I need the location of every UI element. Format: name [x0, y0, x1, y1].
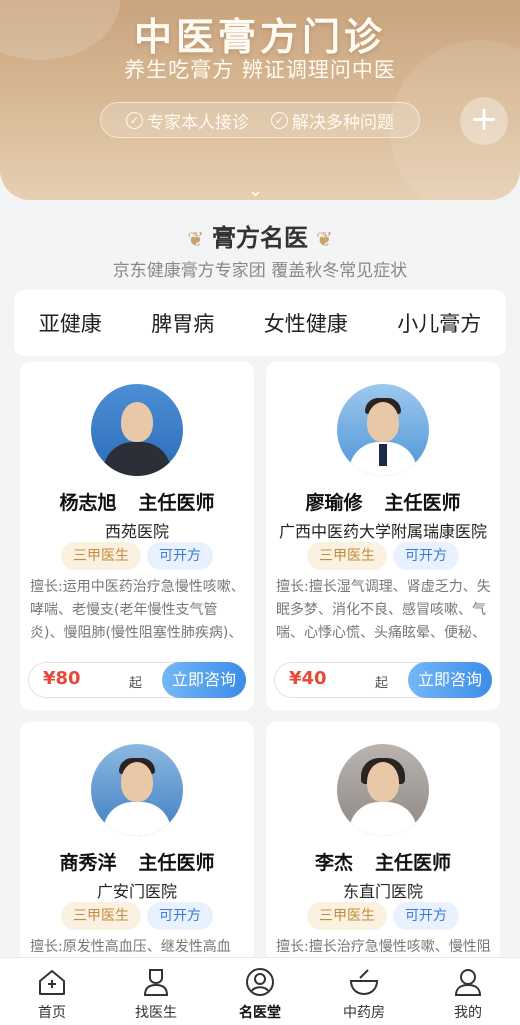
badge-grade: 三甲医生: [61, 902, 141, 930]
doctor-card[interactable]: 李杰 主任医师 东直门医院 三甲医生 可开方 擅长:擅长治疗急慢性咳嗽、慢性阻: [266, 722, 500, 962]
price: ¥40: [289, 668, 327, 689]
avatar-face: [121, 762, 153, 802]
badge-grade: 三甲医生: [307, 542, 387, 570]
avatar-face: [367, 402, 399, 442]
herb-bowl-icon: [348, 966, 380, 998]
badge-prescribe: 可开方: [147, 542, 213, 570]
check-circle-icon: ✓: [126, 111, 143, 129]
doctor-specialty: 擅长:运用中医药治疗急慢性咳嗽、哮喘、老慢支(老年慢性支气管炎)、慢阻肺(慢性阻…: [30, 579, 245, 641]
doctor-name-row: 廖瑜修 主任医师: [266, 488, 500, 515]
price: ¥80: [43, 668, 81, 689]
doctor-specialty: 擅长:原发性高血压、继发性高血压、: [30, 939, 231, 955]
nav-mine[interactable]: 我的: [428, 966, 508, 1022]
doctor-name: 杨志旭: [59, 492, 117, 514]
doctor-name: 李杰: [314, 852, 353, 874]
hospital-name: 东直门医院: [342, 882, 423, 901]
feature-pill: ✓ 专家本人接诊: [126, 108, 249, 133]
hospital-name: 广安门医院: [96, 882, 177, 901]
hospital-name: 广西中医药大学附属瑞康医院: [278, 522, 487, 541]
category-tabs: 亚健康 脾胃病 女性健康 小儿膏方: [14, 290, 506, 356]
leaf-right-icon: ❦: [316, 227, 333, 251]
doctor-icon: [140, 966, 172, 998]
feature-label: 专家本人接诊: [147, 112, 249, 133]
doctor-title: 主任医师: [375, 852, 452, 874]
badge-row: 三甲医生 可开方: [20, 902, 254, 930]
doctor-title: 主任医师: [138, 852, 215, 874]
feature-pill: ✓ 解决多种问题: [271, 108, 394, 133]
badge-prescribe: 可开方: [393, 902, 459, 930]
doctor-name-row: 杨志旭 主任医师: [20, 488, 254, 515]
tab-children[interactable]: 小儿膏方: [397, 308, 481, 338]
nav-famous-doctors[interactable]: 名医堂: [220, 966, 300, 1022]
doctor-card[interactable]: 廖瑜修 主任医师 广西中医药大学附属瑞康医院 三甲医生 可开方 擅长:擅长湿气调理…: [266, 362, 500, 710]
price-bar[interactable]: ¥40 起 立即咨询: [274, 662, 492, 698]
doctor-name-row: 李杰 主任医师: [266, 848, 500, 875]
tab-sub-health[interactable]: 亚健康: [39, 308, 102, 338]
banner-features: ✓ 专家本人接诊 ✓ 解决多种问题: [100, 102, 420, 138]
avatar-body: [103, 802, 171, 836]
badge-grade: 三甲医生: [61, 542, 141, 570]
hospital-name: 西苑医院: [104, 522, 169, 541]
home-icon: [36, 966, 68, 998]
nav-label: 找医生: [135, 1005, 177, 1021]
doctor-card[interactable]: 商秀洋主任医师 广安门医院 三甲医生 可开方 擅长:原发性高血压、继发性高血压、: [20, 722, 254, 962]
avatar: [91, 384, 183, 476]
nav-label: 我的: [454, 1005, 482, 1021]
doctor-name-row: 商秀洋 主任医师: [20, 848, 254, 875]
badge-prescribe: 可开方: [393, 542, 459, 570]
famous-doctor-icon: [244, 966, 276, 998]
badge-row: 三甲医生 可开方: [266, 902, 500, 930]
badge-grade: 三甲医生: [307, 902, 387, 930]
doctor-name: 廖瑜修: [305, 492, 363, 514]
user-icon: [452, 966, 484, 998]
nav-find-doctor[interactable]: 找医生: [116, 966, 196, 1022]
leaf-icon: ⌄: [248, 180, 264, 200]
consult-button[interactable]: 立即咨询: [162, 662, 246, 698]
avatar-body: [103, 442, 171, 476]
check-circle-icon: ✓: [271, 111, 288, 129]
tab-digestive[interactable]: 脾胃病: [151, 308, 214, 338]
section-subtitle: 京东健康膏方专家团 覆盖秋冬常见症状: [112, 261, 408, 281]
price-suffix: 起: [375, 676, 389, 691]
consult-button[interactable]: 立即咨询: [408, 662, 492, 698]
avatar: [337, 744, 429, 836]
avatar-body: [349, 802, 417, 836]
avatar-tie: [379, 444, 387, 466]
doctor-card[interactable]: 杨志旭 主任医师 西苑医院 三甲医生 可开方 擅长:运用中医药治疗急慢性咳嗽、哮喘…: [20, 362, 254, 710]
section-title-text: 膏方名医: [212, 224, 308, 252]
nav-label: 中药房: [343, 1005, 385, 1021]
avatar-face: [121, 402, 153, 442]
doctor-title: 主任医师: [384, 492, 461, 514]
plus-icon[interactable]: +: [460, 97, 508, 145]
price-bar[interactable]: ¥80 起 立即咨询: [28, 662, 246, 698]
banner-title: 中医膏方门诊: [133, 15, 386, 59]
section-title: ❦ 膏方名医 ❦: [0, 218, 520, 253]
banner-subtitle: 养生吃膏方 辨证调理问中医: [124, 58, 396, 82]
doctor-name: 商秀洋: [59, 852, 117, 874]
nav-home[interactable]: 首页: [12, 966, 92, 1022]
nav-pharmacy[interactable]: 中药房: [324, 966, 404, 1022]
nav-label: 首页: [38, 1005, 66, 1021]
section-header: ❦ 膏方名医 ❦ 京东健康膏方专家团 覆盖秋冬常见症状: [0, 200, 520, 286]
price-suffix: 起: [129, 676, 143, 691]
nav-label: 名医堂: [239, 1005, 281, 1021]
doctor-specialty: 擅长:擅长湿气调理、肾虚乏力、失眠多梦、消化不良、感冒咳嗽、气喘、心悸心慌、头痛…: [276, 579, 491, 641]
doctor-specialty: 擅长:擅长治疗急慢性咳嗽、慢性阻: [276, 939, 491, 955]
bottom-nav: 首页 找医生 名医堂 中药房 我的: [0, 957, 520, 1025]
doctor-title: 主任医师: [138, 492, 215, 514]
tab-women-health[interactable]: 女性健康: [264, 308, 348, 338]
badge-prescribe: 可开方: [147, 902, 213, 930]
hero-banner[interactable]: 中医膏方门诊 养生吃膏方 辨证调理问中医 ✓ 专家本人接诊 ✓ 解决多种问题 +…: [0, 0, 520, 200]
feature-label: 解决多种问题: [292, 112, 394, 133]
badge-row: 三甲医生 可开方: [266, 542, 500, 570]
avatar-face: [367, 762, 399, 802]
badge-row: 三甲医生 可开方: [20, 542, 254, 570]
avatar: [337, 384, 429, 476]
avatar: [91, 744, 183, 836]
leaf-left-icon: ❦: [187, 227, 204, 251]
